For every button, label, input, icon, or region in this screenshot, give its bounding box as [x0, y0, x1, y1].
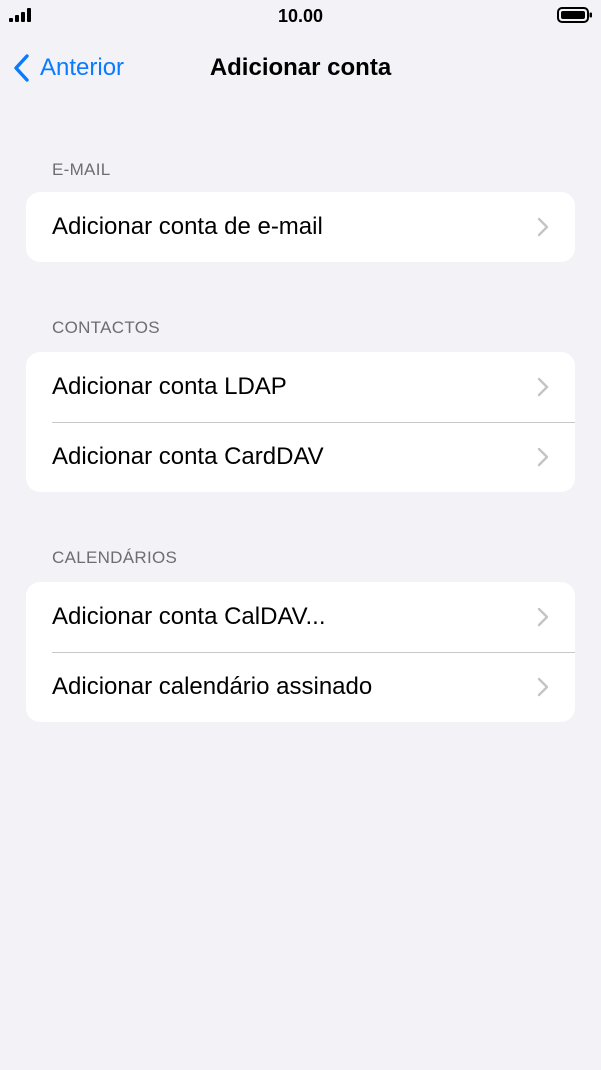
row-label: Adicionar conta de e-mail — [52, 213, 323, 240]
row-label: Adicionar conta LDAP — [52, 373, 287, 400]
chevron-right-icon — [537, 677, 549, 697]
row-label: Adicionar calendário assinado — [52, 673, 373, 700]
group-contacts: Adicionar conta LDAP Adicionar conta Car… — [26, 352, 575, 492]
section-header-calendars: CALENDÁRIOS — [52, 548, 178, 567]
page-title: Adicionar conta — [209, 54, 392, 81]
row-label: Adicionar conta CalDAV... — [52, 603, 326, 630]
row-add-email-account[interactable]: Adicionar conta de e-mail — [26, 192, 575, 262]
chevron-right-icon — [537, 377, 549, 397]
section-header-email: E-MAIL — [52, 160, 111, 179]
chevron-right-icon — [537, 217, 549, 237]
status-time: 10.00 — [277, 6, 324, 26]
navigation-bar: Anterior Adicionar conta — [0, 40, 601, 96]
row-add-carddav-account[interactable]: Adicionar conta CardDAV — [26, 422, 575, 492]
chevron-right-icon — [537, 447, 549, 467]
row-add-subscribed-calendar[interactable]: Adicionar calendário assinado — [26, 652, 575, 722]
status-bar: 10.00 — [0, 0, 601, 34]
group-calendars: Adicionar conta CalDAV... Adicionar cale… — [26, 582, 575, 722]
battery-icon — [557, 7, 592, 23]
group-email: Adicionar conta de e-mail — [26, 192, 575, 262]
row-add-caldav-account[interactable]: Adicionar conta CalDAV... — [26, 582, 575, 652]
chevron-right-icon — [537, 607, 549, 627]
section-header-contacts: CONTACTOS — [52, 318, 160, 337]
row-label: Adicionar conta CardDAV — [52, 443, 324, 470]
row-add-ldap-account[interactable]: Adicionar conta LDAP — [26, 352, 575, 422]
